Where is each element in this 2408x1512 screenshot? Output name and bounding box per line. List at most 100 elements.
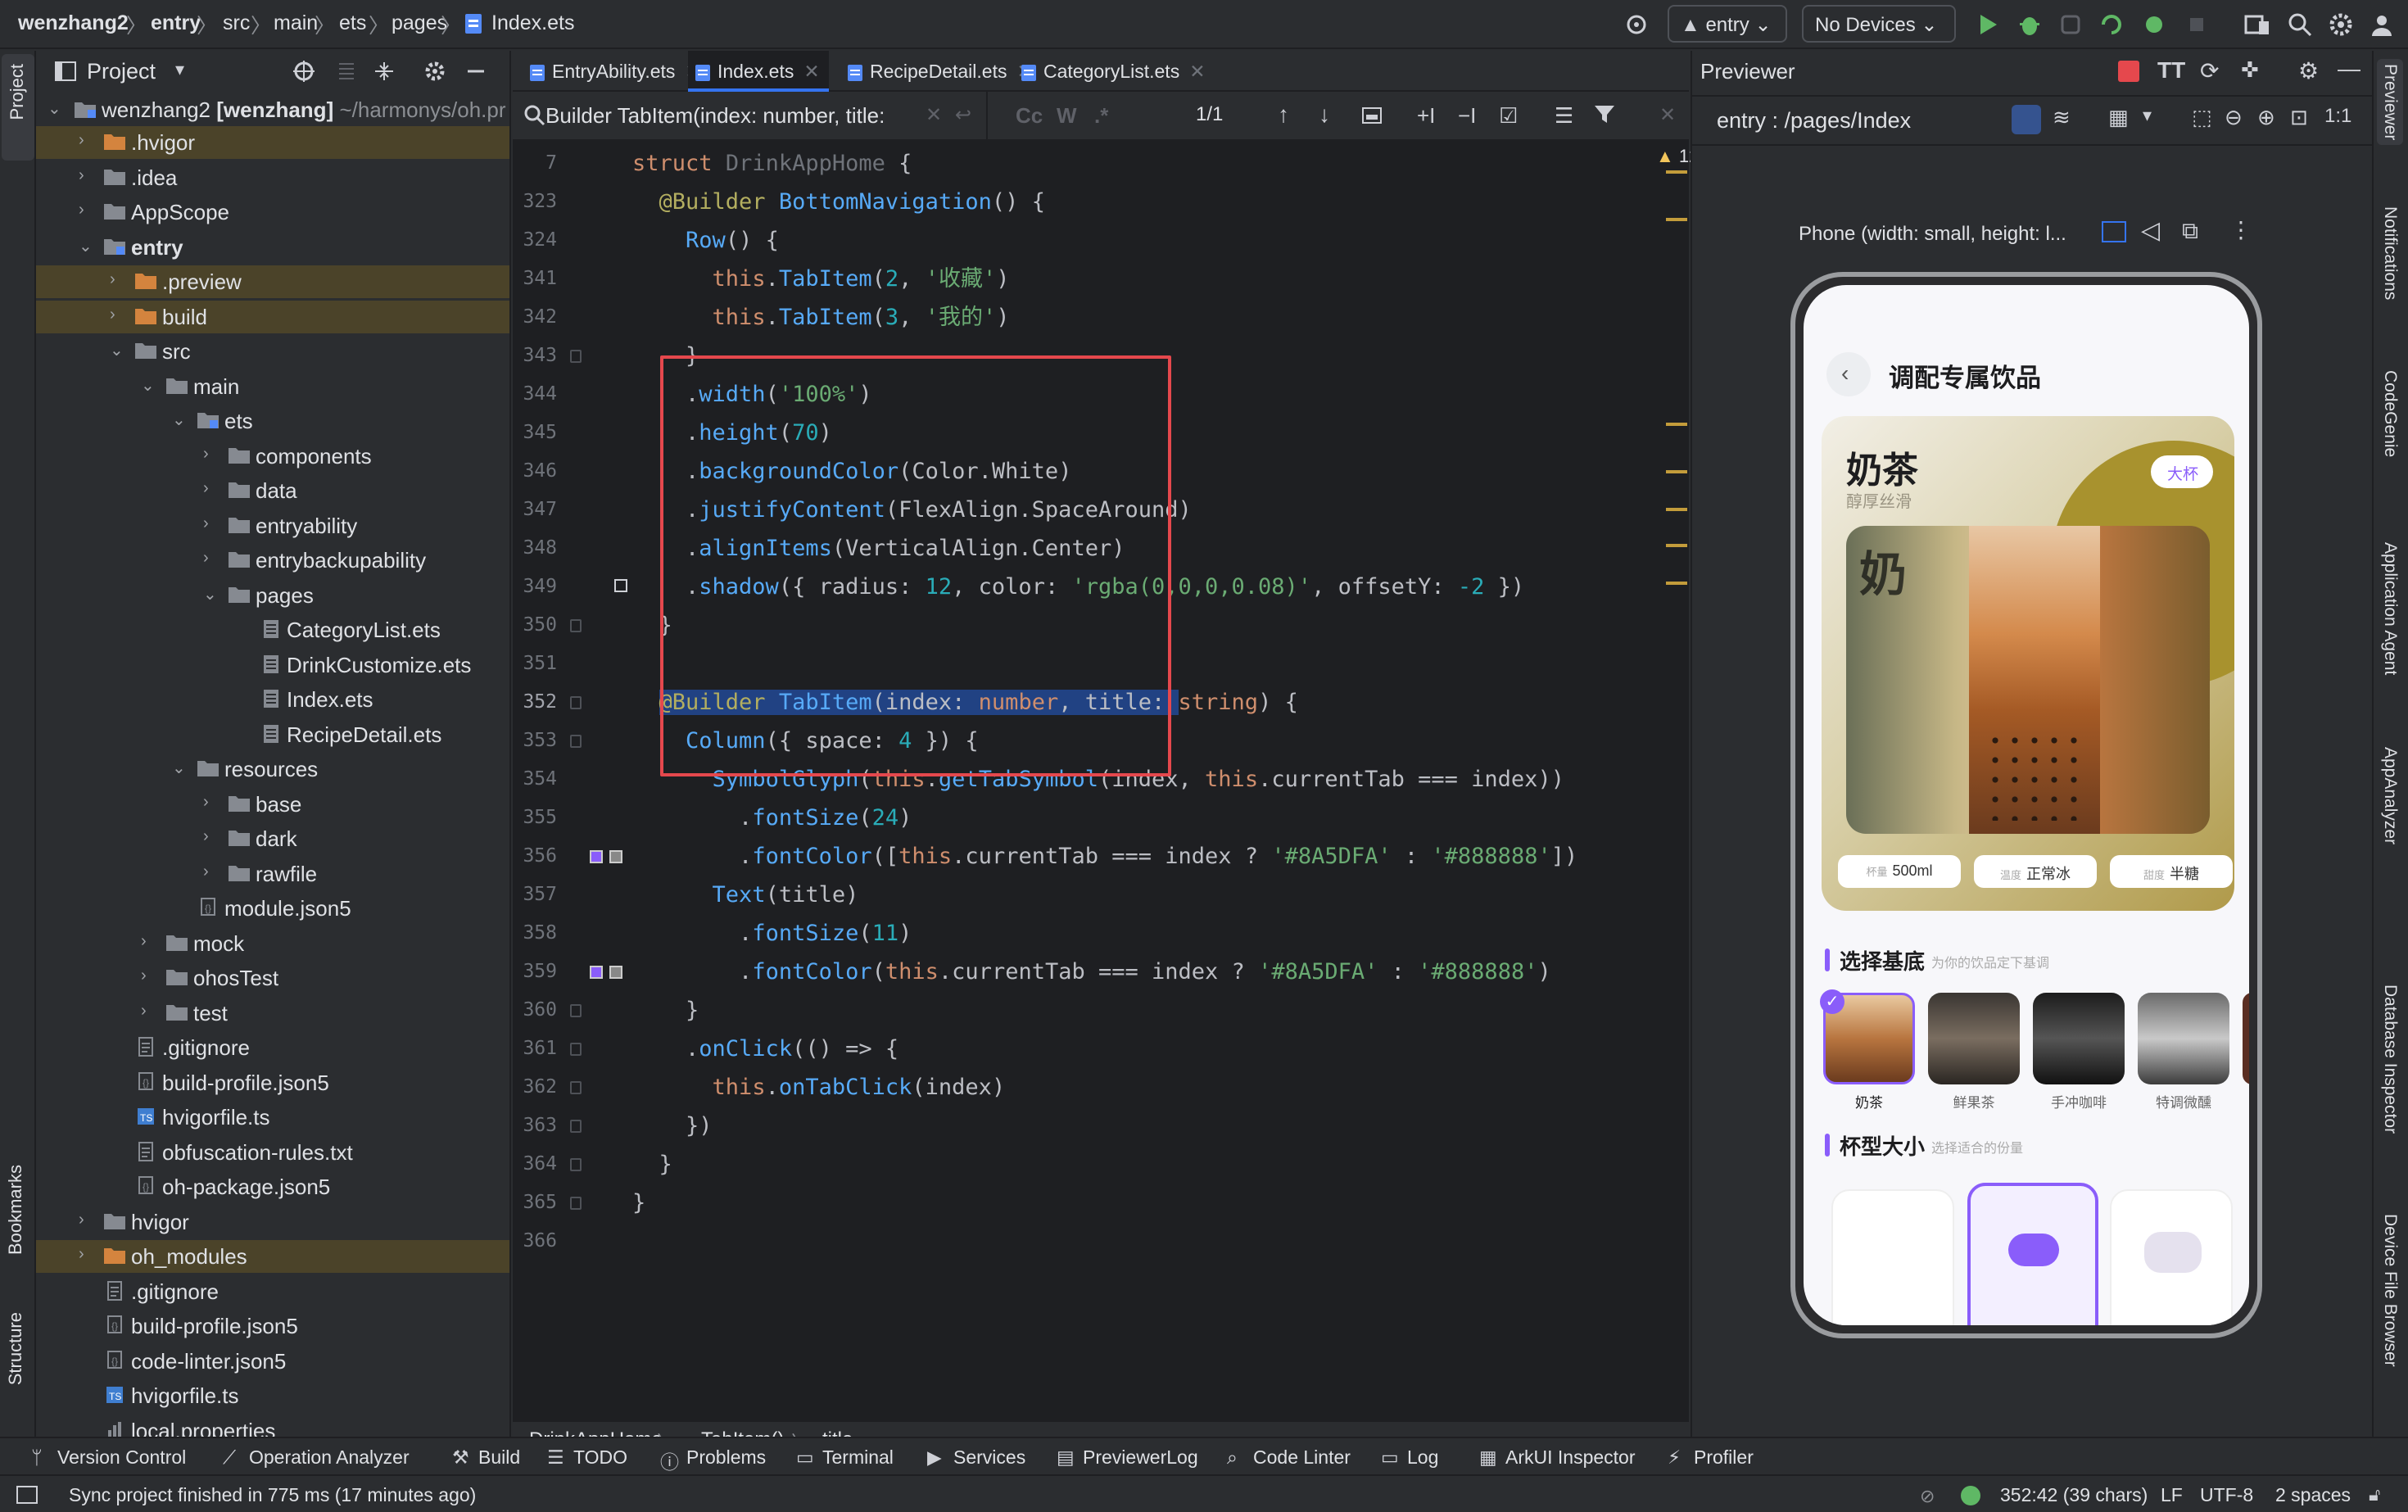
code-line[interactable]: this.TabItem(3, '我的') xyxy=(632,300,1010,336)
tree-item[interactable]: › data xyxy=(36,474,509,507)
tree-root[interactable]: ⌄ wenzhang2 [wenzhang] ~/harmonys/oh.pr xyxy=(36,93,509,126)
tool-window-terminal[interactable]: Terminal xyxy=(822,1446,894,1469)
tool-window-profiler[interactable]: Profiler xyxy=(1694,1446,1754,1469)
multi-device-icon[interactable] xyxy=(2102,221,2126,242)
aspect-icon[interactable]: ⊡ xyxy=(2290,105,2308,130)
breakpoint-placeholder-icon[interactable] xyxy=(614,579,627,592)
layers-icon[interactable]: ≋ xyxy=(2053,105,2071,130)
filter-lines-icon[interactable]: ☰ xyxy=(1555,103,1573,129)
size-badge[interactable]: 大杯 xyxy=(2151,455,2213,488)
history-icon[interactable]: ↩ xyxy=(955,103,971,127)
base-option[interactable] xyxy=(2033,993,2125,1084)
code-line[interactable]: .fontSize(11) xyxy=(632,916,912,952)
caret-position[interactable]: 352:42 (39 chars) xyxy=(2000,1484,2148,1506)
file-encoding[interactable]: UTF-8 xyxy=(2200,1484,2253,1506)
tree-item[interactable]: {} code-linter.json5 xyxy=(36,1345,509,1378)
tool-window-build[interactable]: Build xyxy=(478,1446,520,1469)
tree-item[interactable]: › build xyxy=(36,300,509,333)
stop-icon[interactable] xyxy=(2182,10,2211,39)
fold-marker-icon[interactable] xyxy=(570,1004,582,1017)
indent-setting[interactable]: 2 spaces xyxy=(2275,1484,2351,1506)
tree-item[interactable]: › .idea xyxy=(36,161,509,194)
tree-item[interactable]: ⌄ entry xyxy=(36,231,509,264)
run-config-select[interactable]: ▲ entry ⌄ xyxy=(1668,5,1787,43)
fold-marker-icon[interactable] xyxy=(570,735,582,748)
tool-window-log[interactable]: Log xyxy=(1407,1446,1438,1469)
chevron-right-icon[interactable]: › xyxy=(203,793,221,814)
spec-chip[interactable]: 甜度 半糖 xyxy=(2110,855,2233,888)
chevron-right-icon[interactable]: › xyxy=(79,166,97,188)
fit-icon[interactable]: ⬚ xyxy=(2192,105,2212,130)
stop-preview-icon[interactable] xyxy=(2118,61,2139,82)
fold-marker-icon[interactable] xyxy=(570,696,582,709)
fold-marker-icon[interactable] xyxy=(570,619,582,632)
apply-changes-icon[interactable] xyxy=(2097,10,2126,39)
attach-debugger-icon[interactable] xyxy=(2056,10,2085,39)
chevron-right-icon[interactable]: › xyxy=(141,932,159,953)
chevron-right-icon[interactable]: › xyxy=(203,445,221,466)
tree-item[interactable]: ⌄ pages xyxy=(36,579,509,612)
chevron-down-icon[interactable]: ▾ xyxy=(2143,105,2152,126)
tree-item[interactable]: ⌄ ets xyxy=(36,405,509,437)
minimize-icon[interactable] xyxy=(464,59,488,84)
run-icon[interactable] xyxy=(1972,10,2002,39)
select-all-occurrences-icon[interactable] xyxy=(1360,103,1384,128)
arrow-down-icon[interactable]: ↓ xyxy=(1319,102,1330,128)
base-option[interactable] xyxy=(2138,993,2229,1084)
refresh-icon[interactable]: ⟳ xyxy=(2200,57,2219,84)
chevron-right-icon[interactable]: › xyxy=(79,1245,97,1266)
warning-stripe[interactable] xyxy=(1666,470,1687,473)
crumb-pages[interactable]: pages xyxy=(392,11,447,35)
tree-item[interactable]: {} build-profile.json5 xyxy=(36,1066,509,1099)
code-line[interactable]: Text(title) xyxy=(632,877,859,913)
tree-item[interactable]: › entryability xyxy=(36,509,509,542)
code-line[interactable]: .onClick(() => { xyxy=(632,1031,898,1067)
fold-marker-icon[interactable] xyxy=(570,1081,582,1094)
project-tool-tab[interactable]: Project xyxy=(2,54,34,161)
code-line[interactable]: .fontColor(this.currentTab === index ? '… xyxy=(632,954,1551,990)
tree-item[interactable]: › ohosTest xyxy=(36,962,509,994)
code-line[interactable]: .fontSize(24) xyxy=(632,800,912,836)
tree-item[interactable]: › test xyxy=(36,997,509,1030)
chevron-right-icon[interactable]: › xyxy=(141,1002,159,1023)
tree-item[interactable]: › mock xyxy=(36,927,509,960)
tool-window-todo[interactable]: TODO xyxy=(573,1446,627,1469)
tree-item[interactable]: {} build-profile.json5 xyxy=(36,1310,509,1342)
tree-item[interactable]: TS hvigorfile.ts xyxy=(36,1379,509,1412)
crumb-src[interactable]: src xyxy=(223,11,250,35)
editor-tab[interactable]: EntryAbility.ets✕ xyxy=(523,51,701,92)
tree-item[interactable]: › rawfile xyxy=(36,858,509,890)
tool-window-problems[interactable]: Problems xyxy=(686,1446,766,1469)
toggle-occurrence-icon[interactable]: ☑ xyxy=(1499,103,1518,129)
tree-item[interactable]: › entrybackupability xyxy=(36,544,509,577)
right-tool-database-inspector[interactable]: Database Inspector xyxy=(2380,985,2400,1134)
tree-item[interactable]: › hvigor xyxy=(36,1206,509,1238)
zoom-in-icon[interactable]: ⊕ xyxy=(2257,105,2275,130)
tool-window-code-linter[interactable]: Code Linter xyxy=(1253,1446,1351,1469)
tree-item[interactable]: TS hvigorfile.ts xyxy=(36,1101,509,1134)
device-manager-icon[interactable] xyxy=(2243,10,2272,39)
chevron-right-icon[interactable]: › xyxy=(203,479,221,500)
right-tool-device-file-browser[interactable]: Device File Browser xyxy=(2380,1214,2400,1367)
chevron-down-icon[interactable]: ⌄ xyxy=(172,410,190,431)
status-message[interactable]: Sync project finished in 775 ms (17 minu… xyxy=(69,1484,476,1506)
chevron-right-icon[interactable]: › xyxy=(203,514,221,536)
code-line[interactable]: @Builder BottomNavigation() { xyxy=(632,184,1045,220)
chevron-down-icon[interactable]: ▾ xyxy=(175,59,184,80)
close-icon[interactable]: ✕ xyxy=(1189,61,1205,82)
crumb-ets[interactable]: ets xyxy=(339,11,366,35)
debug-icon[interactable] xyxy=(2015,10,2044,39)
code-line[interactable]: Row() { xyxy=(632,223,779,259)
code-line[interactable]: .fontColor([this.currentTab === index ? … xyxy=(632,839,1577,875)
cup-option-large[interactable] xyxy=(2110,1189,2233,1325)
font-size-icon[interactable]: TT xyxy=(2157,57,2185,84)
line-separator[interactable]: LF xyxy=(2161,1484,2183,1506)
cup-option-small[interactable] xyxy=(1831,1189,1954,1325)
crumb-file[interactable]: Index.ets xyxy=(491,11,574,35)
tree-item[interactable]: ⌄ main xyxy=(36,370,509,403)
editor-tab[interactable]: RecipeDetail.ets✕ xyxy=(840,51,1033,92)
pin-icon[interactable]: ✜ xyxy=(2241,57,2259,83)
tree-item[interactable]: › oh_modules xyxy=(36,1240,509,1273)
filter-icon[interactable] xyxy=(1592,102,1617,126)
crumb-main[interactable]: main xyxy=(274,11,318,35)
